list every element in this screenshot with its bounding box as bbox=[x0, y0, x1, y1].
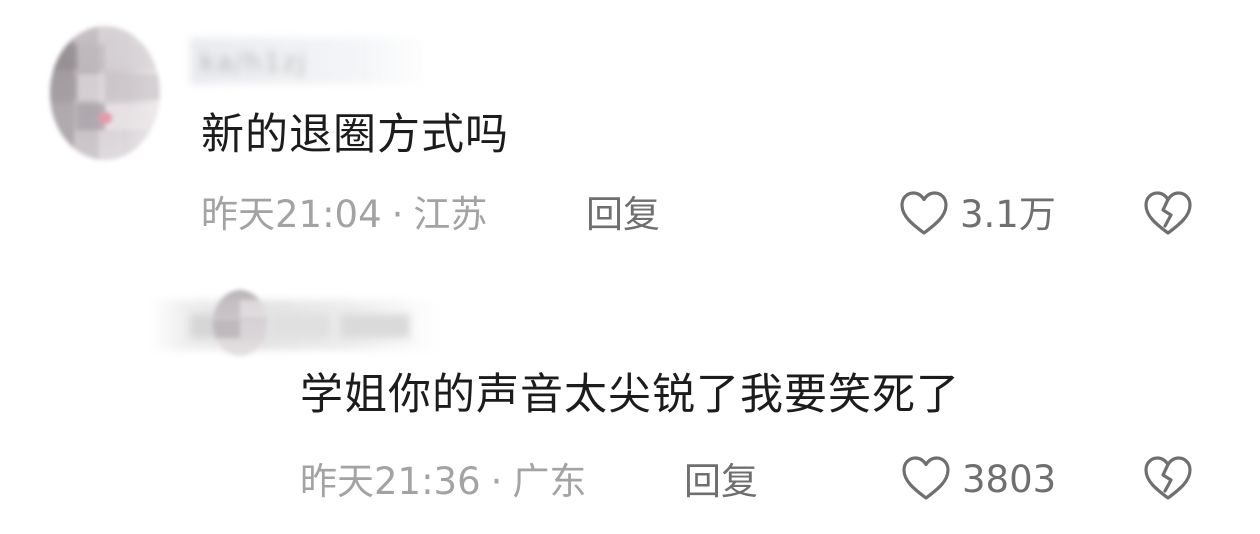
meta-separator: · bbox=[490, 460, 503, 503]
avatar-detail bbox=[98, 112, 112, 124]
avatar-mosaic-row bbox=[50, 44, 160, 70]
broken-heart-icon bbox=[1142, 455, 1194, 503]
username[interactable]: ka/h1zj bbox=[189, 38, 431, 84]
heart-outline-icon bbox=[900, 455, 952, 503]
broken-heart-icon bbox=[1142, 190, 1194, 238]
avatar-mosaic-row bbox=[213, 320, 267, 338]
comment-text: 学姐你的声音太尖锐了我要笑死了 bbox=[300, 370, 960, 420]
reply-button[interactable]: 回复 bbox=[684, 463, 758, 500]
comment-meta: 昨天21:36 · 广东 bbox=[300, 463, 586, 500]
like-count: 3803 bbox=[962, 457, 1057, 501]
comment-time: 昨天21:36 bbox=[300, 460, 481, 503]
reply-button[interactable]: 回复 bbox=[586, 196, 660, 233]
avatar[interactable] bbox=[213, 290, 267, 356]
comment-time: 昨天21:04 bbox=[201, 193, 382, 236]
avatar[interactable] bbox=[50, 26, 160, 160]
username-blur bbox=[340, 314, 410, 338]
like-button[interactable]: 3803 bbox=[900, 455, 1056, 503]
heart-outline-icon bbox=[898, 190, 950, 238]
avatar-mosaic-row bbox=[213, 300, 267, 318]
dislike-button[interactable] bbox=[1142, 190, 1194, 238]
comment-text: 新的退圈方式吗 bbox=[201, 110, 509, 160]
avatar-mosaic-row bbox=[50, 74, 160, 100]
like-count: 3.1万 bbox=[960, 192, 1056, 236]
username-blur bbox=[270, 314, 330, 338]
like-button[interactable]: 3.1万 bbox=[898, 190, 1056, 238]
dislike-button[interactable] bbox=[1142, 455, 1194, 503]
meta-separator: · bbox=[391, 193, 404, 236]
comment-location: 江苏 bbox=[413, 193, 488, 236]
username[interactable] bbox=[150, 300, 440, 350]
comment-meta: 昨天21:04 · 江苏 bbox=[201, 196, 487, 233]
comment-location: 广东 bbox=[512, 460, 587, 503]
